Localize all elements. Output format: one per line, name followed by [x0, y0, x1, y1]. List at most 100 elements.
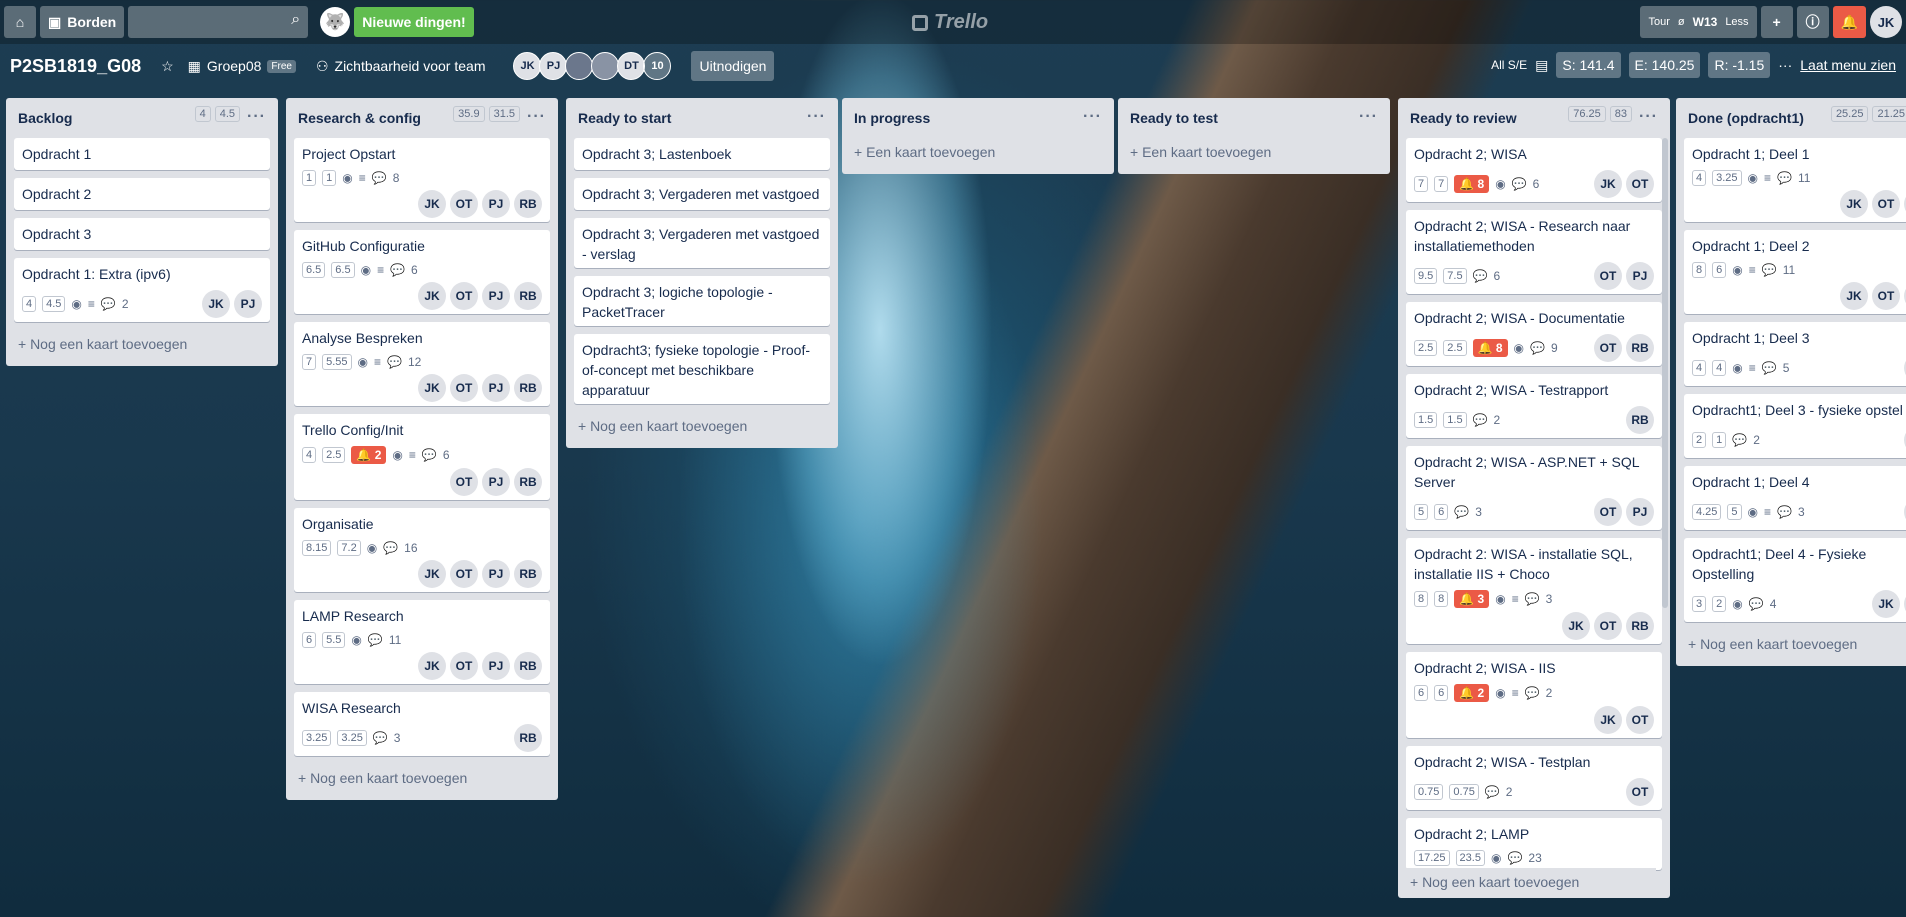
member-avatar[interactable]: PJ: [482, 560, 510, 588]
card[interactable]: Opdracht 1; Deel 344◉≡💬5JK: [1684, 322, 1906, 386]
member-photo-avatar[interactable]: [591, 52, 620, 80]
member-avatar[interactable]: JK: [1872, 590, 1900, 618]
member-avatar[interactable]: RB: [514, 724, 542, 752]
member-avatar[interactable]: OT: [1594, 334, 1622, 362]
list-title[interactable]: Research & config: [298, 110, 421, 126]
add-card-button[interactable]: + Een kaart toevoegen: [1126, 138, 1382, 166]
card[interactable]: Opdracht 3; Lastenboek: [574, 138, 830, 170]
member-avatar[interactable]: OT: [1626, 778, 1654, 806]
add-card-button[interactable]: + Nog een kaart toevoegen: [1684, 630, 1906, 658]
card[interactable]: Opdracht 2; WISA - Documentatie 2.5 2.5 🔔 8…: [1406, 302, 1662, 366]
member-avatar[interactable]: PJ: [1626, 262, 1654, 290]
card[interactable]: Opdracht1; Deel 4 - Fysieke Opstelling 3 2…: [1684, 538, 1906, 622]
member-avatar[interactable]: JK: [418, 560, 446, 588]
star-icon[interactable]: ☆: [161, 58, 174, 75]
card[interactable]: LAMP Research 6 5.5 ◉ 💬 11 JK OT PJ RB: [294, 600, 550, 684]
member-avatar[interactable]: JK: [1594, 170, 1622, 198]
more-icon[interactable]: ···: [1778, 57, 1792, 73]
member-avatar[interactable]: OT: [450, 282, 478, 310]
member-avatar[interactable]: JK: [418, 282, 446, 310]
list-menu-icon[interactable]: ···: [247, 108, 266, 126]
member-avatar[interactable]: OT: [450, 190, 478, 218]
member-avatar[interactable]: PJ: [539, 52, 568, 80]
list-title[interactable]: Ready to test: [1130, 110, 1218, 126]
add-card-button[interactable]: + Een kaart toevoegen: [850, 138, 1106, 166]
card[interactable]: Opdracht 3; Vergaderen met vastgoed: [574, 178, 830, 210]
member-avatar[interactable]: OT: [1626, 706, 1654, 734]
member-avatar[interactable]: PJ: [234, 290, 262, 318]
list-title[interactable]: Done (opdracht1): [1688, 110, 1804, 126]
member-avatar[interactable]: OT: [1594, 498, 1622, 526]
card[interactable]: Opdracht 3: [14, 218, 270, 250]
card[interactable]: Analyse Bespreken 7 5.55 ◉ ≡ 💬 12 JK OT PJ RB: [294, 322, 550, 406]
member-avatar[interactable]: OT: [1872, 190, 1900, 218]
list-header[interactable]: Backlog 4 4.5 ···: [14, 98, 270, 138]
member-avatar[interactable]: JK: [1594, 706, 1622, 734]
member-avatar[interactable]: OT: [450, 560, 478, 588]
member-avatar[interactable]: RB: [514, 652, 542, 680]
card[interactable]: Opdracht1; Deel 3 - fysieke opstel21💬2OT: [1684, 394, 1906, 458]
member-avatar[interactable]: RB: [1626, 334, 1654, 362]
list-title[interactable]: Ready to start: [578, 110, 671, 126]
list-scrollbar[interactable]: [1662, 138, 1668, 608]
list-header[interactable]: Ready to test ···: [1126, 98, 1382, 138]
filter-label[interactable]: All S/E: [1491, 58, 1527, 72]
search-input[interactable]: ⌕: [128, 6, 309, 38]
boards-button[interactable]: ▣ Borden: [40, 6, 125, 38]
member-photo-avatar[interactable]: [565, 52, 594, 80]
member-avatar[interactable]: PJ: [482, 652, 510, 680]
list-header[interactable]: In progress ···: [850, 98, 1106, 138]
add-card-button[interactable]: + Nog een kaart toevoegen: [294, 764, 550, 792]
member-avatar[interactable]: OT: [450, 468, 478, 496]
member-avatar[interactable]: JK: [1840, 190, 1868, 218]
card[interactable]: Organisatie 8.15 7.2 ◉ 💬 16 JK OT PJ RB: [294, 508, 550, 592]
card[interactable]: GitHub Configuratie 6.5 6.5 ◉ ≡ 💬 6 JK OT PJ RB: [294, 230, 550, 314]
card[interactable]: Opdracht 2; WISA - IIS 6 6 🔔 2 ◉ ≡ 💬 2 JK OT: [1406, 652, 1662, 738]
member-avatar[interactable]: JK: [418, 190, 446, 218]
member-avatar[interactable]: OT: [1594, 262, 1622, 290]
mascot-icon[interactable]: 🐺: [320, 7, 351, 37]
member-avatar[interactable]: RB: [514, 560, 542, 588]
card[interactable]: Trello Config/Init 4 2.5 🔔 2 ◉ ≡ 💬 6 OT PJ RB: [294, 414, 550, 500]
card[interactable]: Opdracht 2; LAMP 17.25 23.5 ◉ 💬 23: [1406, 818, 1662, 870]
plugin-group[interactable]: Tour ø W13 Less: [1640, 6, 1757, 38]
less-label[interactable]: Less: [1725, 16, 1748, 28]
notifications-button[interactable]: 🔔: [1832, 6, 1866, 38]
member-avatar[interactable]: OT: [450, 374, 478, 402]
list-header[interactable]: Ready to start ···: [574, 98, 830, 138]
user-avatar[interactable]: JK: [1870, 6, 1902, 38]
list-title[interactable]: In progress: [854, 110, 930, 126]
member-avatar[interactable]: OT: [1594, 612, 1622, 640]
member-avatar[interactable]: JK: [202, 290, 230, 318]
member-avatar[interactable]: JK: [418, 652, 446, 680]
list-menu-icon[interactable]: ···: [1639, 108, 1658, 126]
member-avatar[interactable]: RB: [514, 282, 542, 310]
home-button[interactable]: ⌂: [4, 6, 36, 38]
card[interactable]: Opdracht 2; WISA 7 7 🔔 8 ◉ 💬 6 JK OT: [1406, 138, 1662, 202]
card[interactable]: Opdracht 3; logiche topologie - PacketTr…: [574, 276, 830, 326]
card[interactable]: Opdracht 1: [14, 138, 270, 170]
member-avatar[interactable]: JK: [1840, 282, 1868, 310]
list-header[interactable]: Ready to review 76.25 83 ···: [1406, 98, 1662, 138]
member-avatar[interactable]: DT: [617, 52, 646, 80]
card[interactable]: Opdracht3; fysieke topologie - Proof-of-…: [574, 334, 830, 404]
member-avatar[interactable]: PJ: [1626, 498, 1654, 526]
invite-button[interactable]: Uitnodigen: [691, 51, 775, 81]
visibility-button[interactable]: ⚇ Zichtbaarheid voor team: [310, 58, 492, 75]
member-avatar[interactable]: JK: [513, 52, 542, 80]
member-count[interactable]: 10: [643, 52, 672, 80]
add-card-button[interactable]: + Nog een kaart toevoegen: [1406, 868, 1656, 896]
member-avatar[interactable]: PJ: [482, 374, 510, 402]
list-header[interactable]: Done (opdracht1)25.2521.25···: [1684, 98, 1906, 138]
member-avatar[interactable]: PJ: [482, 282, 510, 310]
show-menu-link[interactable]: Laat menu zien: [1800, 57, 1896, 73]
team-button[interactable]: ▦ Groep08 Free: [182, 58, 302, 75]
member-avatar[interactable]: JK: [418, 374, 446, 402]
add-button[interactable]: +: [1760, 6, 1793, 38]
member-avatar[interactable]: RB: [514, 374, 542, 402]
card[interactable]: Opdracht 2; WISA - Testplan 0.75 0.75 💬 2 OT: [1406, 746, 1662, 810]
list-menu-icon[interactable]: ···: [1083, 108, 1102, 126]
card[interactable]: Opdracht 1; Deel 1 4 3.25 ◉ ≡ 💬 11 JKOTPJ: [1684, 138, 1906, 222]
card[interactable]: Project Opstart 1 1 ◉ ≡ 💬 8 JK OT PJ RB: [294, 138, 550, 222]
add-card-button[interactable]: + Nog een kaart toevoegen: [14, 330, 270, 358]
